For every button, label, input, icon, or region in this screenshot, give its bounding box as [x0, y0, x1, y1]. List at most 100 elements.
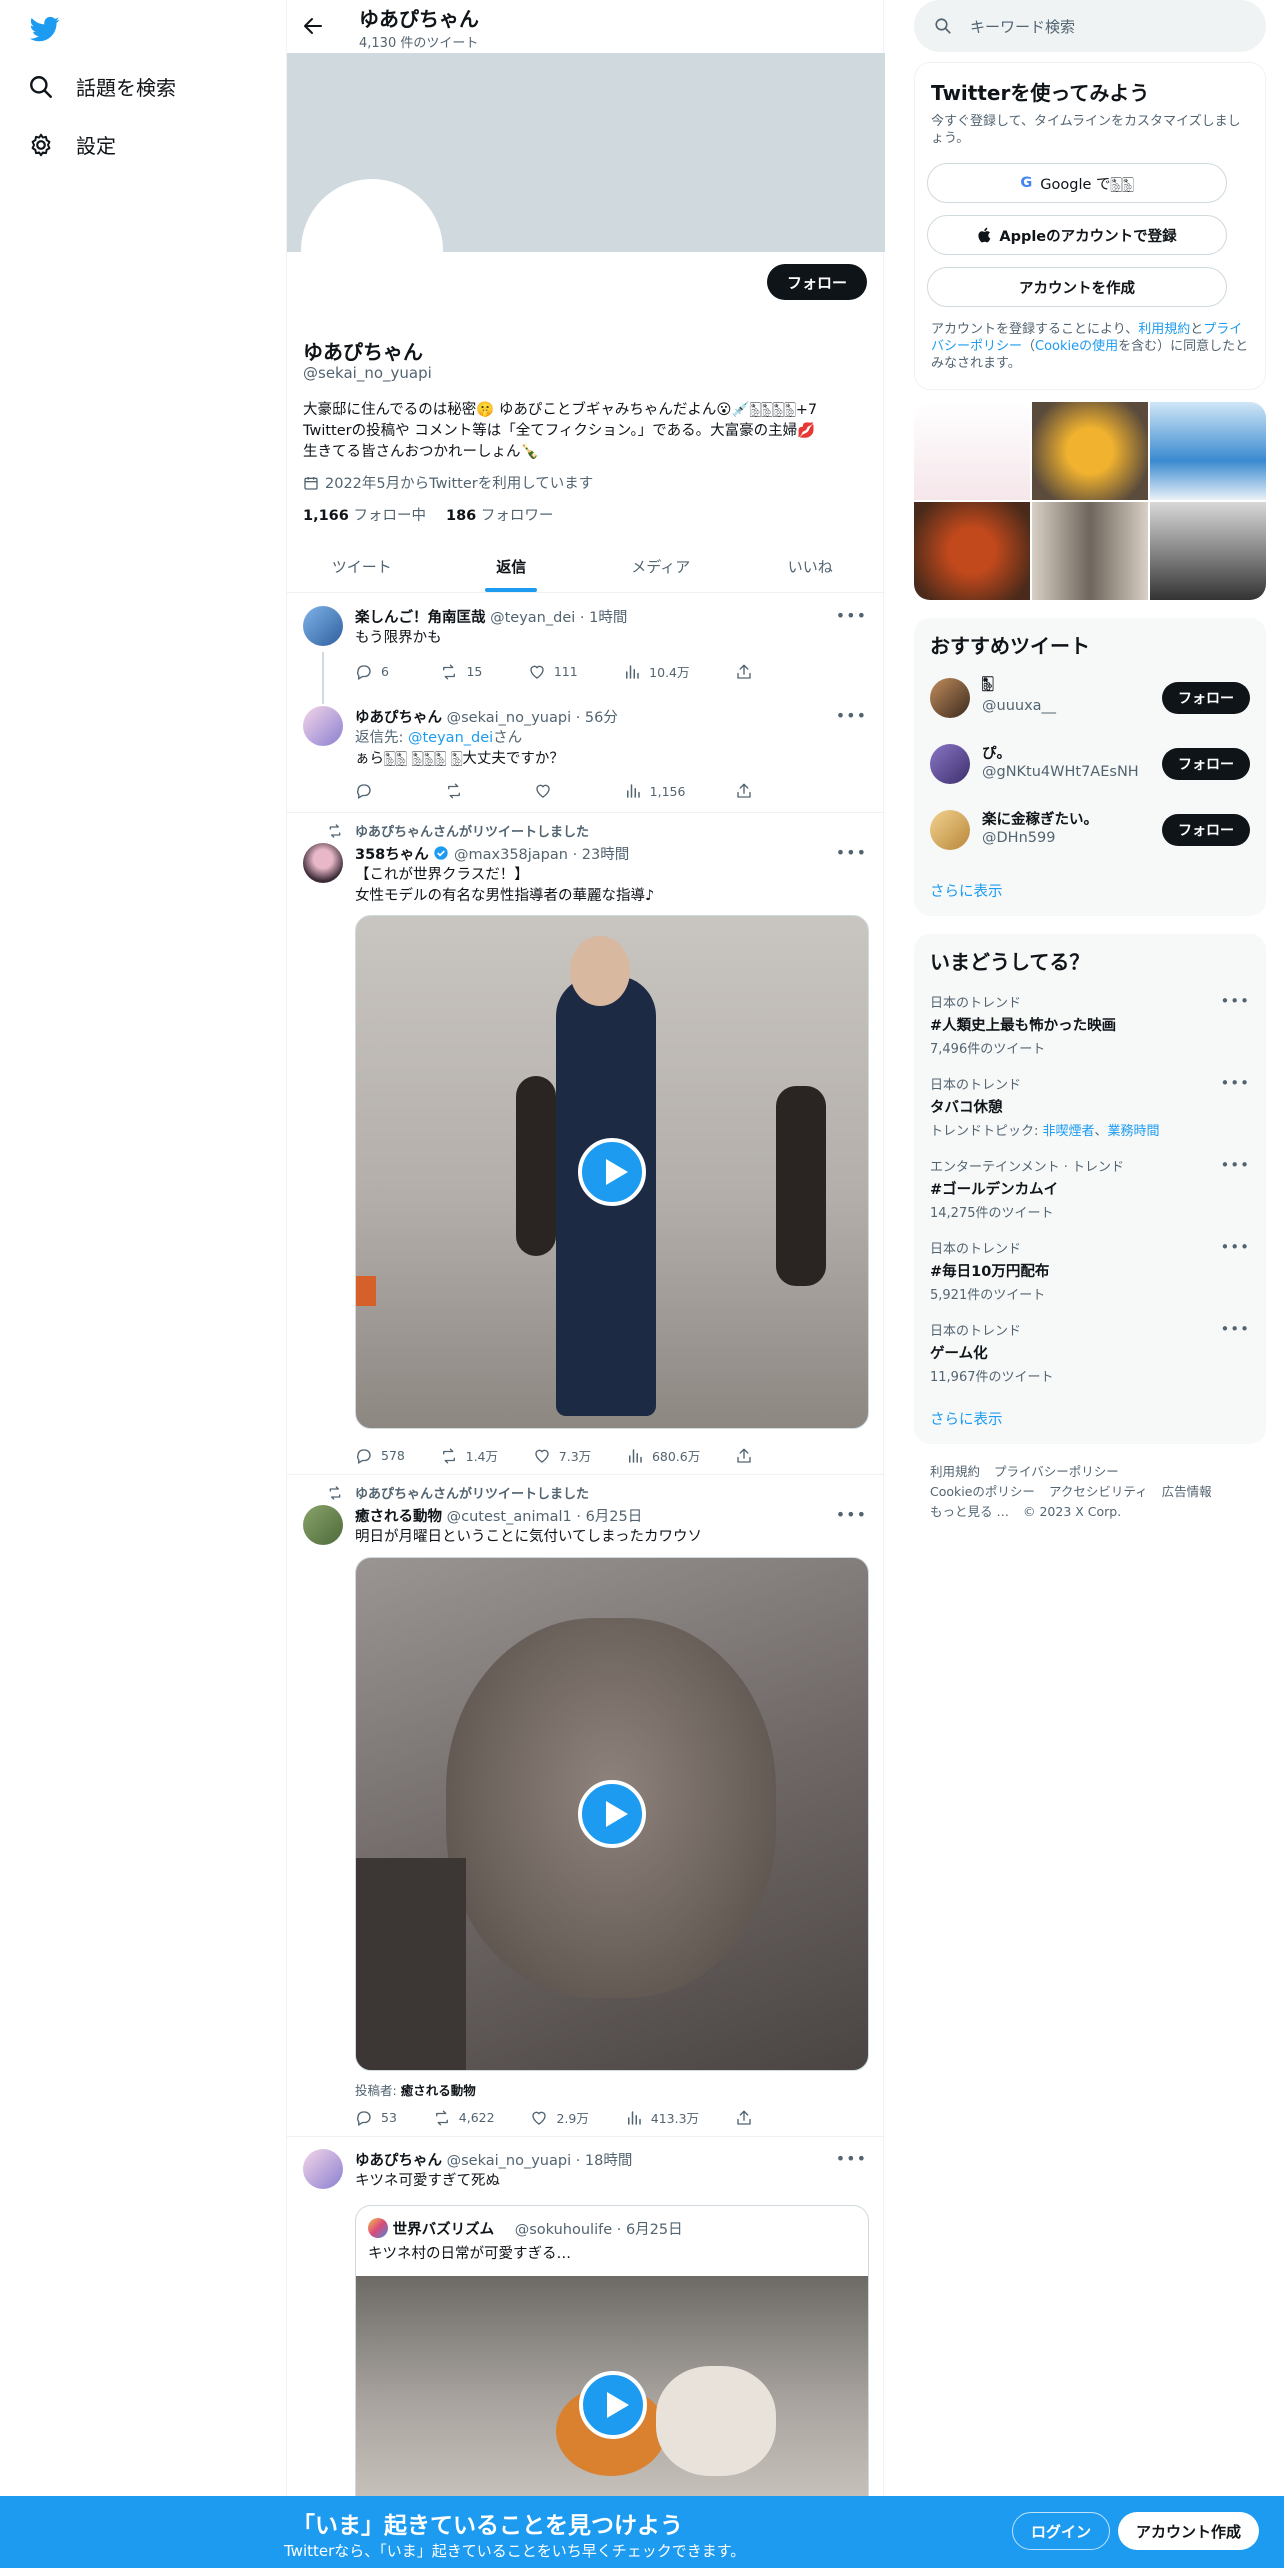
terms-link[interactable]: 利用規約 [1138, 322, 1190, 337]
views-button[interactable]: 413.3万 [625, 2108, 699, 2127]
avatar[interactable] [303, 706, 343, 746]
profile-avatar[interactable] [301, 179, 443, 321]
views-button[interactable]: 680.6万 [626, 1446, 700, 1465]
views-button[interactable]: 10.4万 [623, 662, 690, 681]
retweet-button[interactable]: 1.4万 [440, 1446, 498, 1465]
follow-button[interactable]: フォロー [1162, 748, 1250, 780]
author-name[interactable]: 癒される動物 [355, 1509, 442, 1525]
tweet-time[interactable]: 1時間 [589, 610, 627, 626]
show-more-link[interactable]: さらに表示 [930, 880, 1003, 901]
follow-button[interactable]: フォロー [1162, 682, 1250, 714]
play-button-icon[interactable] [578, 1780, 646, 1848]
trend-topic-link[interactable]: 業務時間 [1108, 1124, 1160, 1139]
share-button[interactable] [735, 1446, 775, 1465]
footer-link[interactable]: プライバシーポリシー [994, 1464, 1119, 1479]
more-icon[interactable]: ••• [1220, 1320, 1250, 1338]
footer-link[interactable]: もっと見る … [930, 1504, 1009, 1519]
apple-signup-button[interactable]: Appleのアカウントで登録 [927, 215, 1227, 255]
trend-item[interactable]: エンターテインメント · トレンド #ゴールデンカムイ 14,275件のツイート… [930, 1156, 1250, 1221]
more-icon[interactable]: ••• [1220, 1156, 1250, 1174]
more-icon[interactable]: ••• [836, 706, 867, 725]
author-handle[interactable]: @max358japan [454, 847, 568, 863]
share-button[interactable] [735, 2108, 775, 2127]
trend-item[interactable]: 日本のトレンド タバコ休憩 トレンドトピック: 非喫煙者、業務時間 ••• [930, 1074, 1250, 1139]
media-thumb[interactable] [1150, 502, 1266, 600]
author-handle[interactable]: @sekai_no_yuapi [447, 2153, 571, 2169]
avatar[interactable] [930, 810, 970, 850]
tweet[interactable]: ゆあぴちゃん @sekai_no_yuapi · 56分 ••• 返信先: @t… [287, 702, 885, 812]
follow-button[interactable]: フォロー [766, 264, 867, 300]
more-icon[interactable]: ••• [1220, 992, 1250, 1010]
tab-media[interactable]: メディア [586, 540, 736, 592]
views-button[interactable]: 1,156 [624, 782, 685, 800]
footer-link[interactable]: アクセシビリティ [1049, 1484, 1148, 1499]
tweet[interactable]: ゆあぴちゃんさんがリツイートしました 358ちゃん @max358japan ·… [287, 813, 885, 1473]
google-signup-button[interactable]: G Google で🀢🀢 [927, 163, 1227, 203]
footer-link[interactable]: 広告情報 [1162, 1484, 1212, 1499]
media-thumb[interactable] [1032, 502, 1148, 600]
media-thumb[interactable] [914, 502, 1030, 600]
back-arrow-icon[interactable] [301, 14, 325, 38]
nav-settings[interactable]: 設定 [28, 130, 116, 159]
play-button-icon[interactable] [578, 1138, 646, 1206]
twitter-bird-icon[interactable] [28, 14, 62, 44]
tweet[interactable]: ゆあぴちゃん @sekai_no_yuapi · 18時間 ••• キツネ可愛す… [287, 2137, 885, 2525]
show-more-link[interactable]: さらに表示 [930, 1408, 1003, 1429]
like-button[interactable]: 111 [528, 662, 578, 681]
share-button[interactable] [735, 782, 775, 800]
retweet-label-text[interactable]: ゆあぴちゃんさんがリツイートしました [355, 1483, 589, 1502]
tab-likes[interactable]: いいね [736, 540, 886, 592]
tweet-time[interactable]: 56分 [585, 710, 618, 726]
trend-item[interactable]: 日本のトレンド ゲーム化 11,967件のツイート ••• [930, 1320, 1250, 1385]
share-button[interactable] [735, 662, 775, 681]
media-thumb[interactable] [1150, 402, 1266, 500]
retweet-label-text[interactable]: ゆあぴちゃんさんがリツイートしました [355, 821, 589, 840]
reply-button[interactable]: 6 [355, 662, 395, 681]
author-handle[interactable]: @teyan_dei [490, 610, 575, 626]
more-icon[interactable]: ••• [836, 843, 867, 862]
author-name[interactable]: 楽しんご！角南匡哉 [355, 610, 486, 626]
reply-button[interactable]: 53 [355, 2108, 397, 2127]
reply-button[interactable] [355, 782, 395, 800]
avatar[interactable] [303, 606, 343, 646]
retweet-button[interactable]: 15 [440, 662, 482, 681]
avatar[interactable] [930, 744, 970, 784]
login-button[interactable]: ログイン [1012, 2512, 1111, 2550]
reply-to-link[interactable]: @teyan_dei [408, 730, 493, 746]
author-handle[interactable]: @sekai_no_yuapi [447, 710, 571, 726]
rec-item[interactable]: 楽に金稼ぎたい。 @DHn599 フォロー [930, 806, 1250, 854]
search-box[interactable]: キーワード検索 [914, 0, 1266, 52]
follow-button[interactable]: フォロー [1162, 814, 1250, 846]
signup-button[interactable]: アカウント作成 [1118, 2512, 1260, 2550]
play-button-icon[interactable] [579, 2371, 647, 2439]
more-icon[interactable]: ••• [836, 2149, 867, 2168]
author-name[interactable]: ゆあぴちゃん [355, 710, 442, 726]
cookie-link[interactable]: Cookieの使用 [1035, 339, 1118, 354]
avatar[interactable] [303, 2149, 343, 2189]
reply-button[interactable]: 578 [355, 1446, 405, 1465]
trend-item[interactable]: 日本のトレンド #毎日10万円配布 5,921件のツイート ••• [930, 1238, 1250, 1303]
author-name[interactable]: ゆあぴちゃん [355, 2153, 442, 2169]
media-thumb[interactable] [1032, 402, 1148, 500]
poster-name[interactable]: 癒される動物 [401, 2083, 476, 2098]
tweet[interactable]: ゆあぴちゃんさんがリツイートしました 癒される動物 @cutest_animal… [287, 1475, 885, 2135]
more-icon[interactable]: ••• [836, 606, 867, 625]
tweet[interactable]: 楽しんご！角南匡哉 @teyan_dei · 1時間 ••• もう限界かも 6 … [287, 594, 885, 704]
more-icon[interactable]: ••• [1220, 1074, 1250, 1092]
author-name[interactable]: 358ちゃん [355, 847, 429, 863]
nav-explore[interactable]: 話題を検索 [28, 72, 176, 101]
media-thumb[interactable] [914, 402, 1030, 500]
avatar[interactable] [303, 843, 343, 883]
following-link[interactable]: 1,166 フォロー中 [303, 504, 426, 525]
footer-link[interactable]: 利用規約 [930, 1464, 980, 1479]
avatar[interactable] [930, 678, 970, 718]
trend-topic-link[interactable]: 非喫煙者 [1043, 1124, 1095, 1139]
footer-link[interactable]: Cookieのポリシー [930, 1484, 1035, 1499]
author-handle[interactable]: @cutest_animal1 [447, 1509, 572, 1525]
create-account-button[interactable]: アカウントを作成 [927, 267, 1227, 307]
video-player[interactable] [355, 915, 869, 1429]
tweet-time[interactable]: 23時間 [582, 847, 629, 863]
tweet-time[interactable]: 18時間 [585, 2153, 632, 2169]
rec-item[interactable]: ぴ。 @gNKtu4WHt7AEsNH フォロー [930, 740, 1250, 788]
tweet-time[interactable]: 6月25日 [586, 1509, 643, 1525]
